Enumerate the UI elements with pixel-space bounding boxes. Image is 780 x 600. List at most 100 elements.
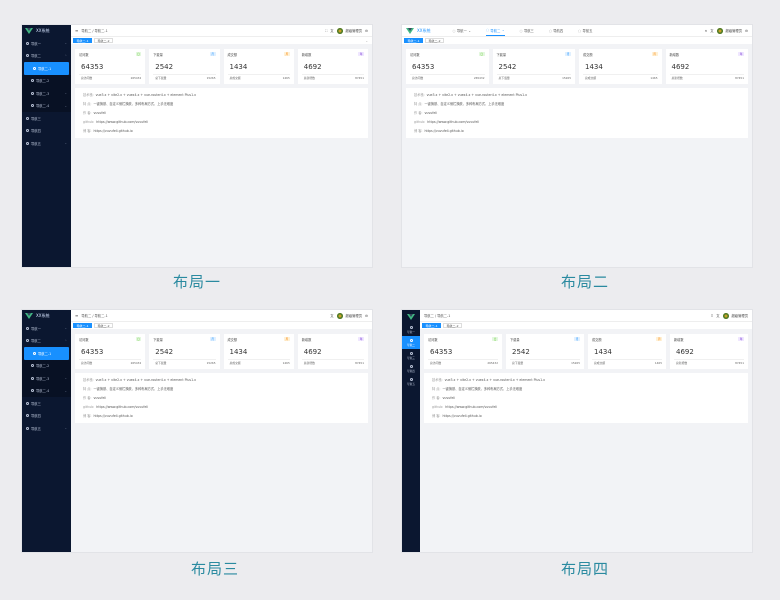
user-name[interactable]: 超级管理员 bbox=[732, 313, 748, 318]
topnav-item-nav1[interactable]: ◌ 导航一 ⌄ bbox=[452, 25, 471, 36]
gear-icon[interactable]: ⚙ bbox=[365, 29, 368, 33]
menu-item-nav3[interactable]: 导航三 bbox=[402, 349, 420, 362]
avatar[interactable] bbox=[336, 312, 343, 319]
info-panel: 技术栈: vue3.x + vite2.x + vuex4.x + vue-rou… bbox=[75, 373, 368, 423]
menu-item-sub1[interactable]: 导航二-1 bbox=[24, 347, 69, 360]
topnav-item-nav2[interactable]: ◌ 导航二 ⌄ bbox=[486, 25, 505, 36]
tab-2[interactable]: 导航二-2 bbox=[425, 38, 444, 43]
fullscreen-icon[interactable]: ⛶ bbox=[325, 29, 327, 33]
avatar[interactable] bbox=[716, 27, 723, 34]
topnav-item-nav4[interactable]: ◌ 导航四 bbox=[549, 25, 563, 36]
github-link[interactable]: https://www.github.com/vuvufeli bbox=[96, 405, 148, 409]
menu-item-sub3[interactable]: 导航二-3 ⌄ bbox=[22, 372, 71, 385]
tab-1[interactable]: 导航二-1 bbox=[422, 323, 441, 328]
period-badge: 日 bbox=[478, 51, 485, 57]
blog-link[interactable]: https://vuvufeli.github.io bbox=[93, 414, 132, 418]
menu-item-nav1[interactable]: 导航一 ⌄ bbox=[22, 322, 71, 335]
blog-link[interactable]: https://vuvufeli.github.io bbox=[424, 129, 463, 133]
menu-item-nav4[interactable]: 导航四 bbox=[22, 410, 71, 423]
topnav-item-nav3[interactable]: ◌ 导航三 bbox=[520, 25, 534, 36]
sidebar-collapsed: 导航一 导航二 导航三 导航四 导航五 bbox=[402, 310, 420, 552]
user-name[interactable]: 超级管理员 bbox=[346, 313, 362, 318]
chevron-down-icon: ⌄ bbox=[468, 28, 472, 33]
header: ≡ 导航二 / 导航二-1 文 超级管理员 ⚙ bbox=[71, 310, 372, 321]
tab-1[interactable]: 导航二-1 bbox=[404, 38, 423, 43]
tab-2[interactable]: 导航二-2 bbox=[94, 38, 113, 43]
menu-item-nav2[interactable]: 导航二 bbox=[402, 336, 420, 349]
location-icon bbox=[409, 364, 413, 368]
github-link[interactable]: https://www.github.com/vuvufeli bbox=[96, 120, 148, 124]
info-row: github: https://www.github.com/vuvufeli bbox=[414, 120, 480, 124]
menu-item-sub4[interactable]: 导航二-4 ⌄ bbox=[22, 99, 71, 112]
location-icon bbox=[409, 351, 413, 355]
info-row: 博 客: https://vuvufeli.github.io bbox=[83, 414, 133, 418]
avatar[interactable] bbox=[336, 27, 343, 34]
stat-card: 新增数年 4692 总新增数 87451 bbox=[670, 334, 748, 369]
location-icon: ◌ bbox=[519, 28, 523, 33]
stat-card: 成交额周 1434 总成交额 1465 bbox=[579, 49, 662, 84]
menu-item-nav5[interactable]: 导航五 bbox=[402, 375, 420, 388]
blog-link[interactable]: https://vuvufeli.github.io bbox=[442, 414, 481, 418]
menu-item-sub1[interactable]: 导航二-1 bbox=[24, 62, 69, 75]
location-icon bbox=[31, 376, 34, 380]
menu-item-nav2[interactable]: 导航二 ⌃ bbox=[22, 50, 71, 63]
translate-icon[interactable]: 文 bbox=[716, 313, 719, 318]
location-icon bbox=[31, 364, 34, 368]
menu-item-nav1[interactable]: 导航一 bbox=[402, 323, 420, 336]
menu-item-nav3[interactable]: 导航三 bbox=[22, 112, 71, 125]
menu-item-nav5[interactable]: 导航五 ⌄ bbox=[22, 137, 71, 150]
menu-item-sub2[interactable]: 导航二-2 bbox=[22, 74, 71, 87]
avatar[interactable] bbox=[722, 312, 729, 319]
main-area: ≡ 导航二 / 导航二-1 文 超级管理员 ⚙ 导航二-1 导航二-2 访问数日… bbox=[71, 310, 372, 552]
info-row: 作 者: vuvufeli bbox=[414, 111, 438, 115]
chevron-up-icon: ⌃ bbox=[64, 338, 67, 343]
stat-card: 成交额周 1434 总成交额 1465 bbox=[588, 334, 666, 369]
period-badge: 周 bbox=[656, 336, 662, 342]
user-name[interactable]: 超级管理员 bbox=[346, 28, 362, 33]
menu-item-nav3[interactable]: 导航三 bbox=[22, 397, 71, 410]
tabs-bar: 导航二-1 导航二-2 bbox=[402, 36, 752, 44]
blog-link[interactable]: https://vuvufeli.github.io bbox=[93, 129, 132, 133]
menu-item-nav4[interactable]: 导航四 bbox=[22, 125, 71, 138]
location-icon bbox=[26, 401, 29, 405]
chevron-up-icon: ⌃ bbox=[64, 53, 67, 58]
menu-item-nav2[interactable]: 导航二 ⌃ bbox=[22, 335, 71, 348]
github-link[interactable]: https://www.github.com/vuvufeli bbox=[445, 405, 497, 409]
user-name[interactable]: 超级管理员 bbox=[726, 28, 742, 33]
tab-2[interactable]: 导航二-2 bbox=[94, 323, 113, 328]
translate-icon[interactable]: 文 bbox=[710, 28, 713, 33]
chevron-down-icon: ⌄ bbox=[501, 28, 505, 32]
logo: XX系统 bbox=[22, 310, 71, 322]
translate-icon[interactable]: 文 bbox=[330, 313, 333, 318]
tab-2[interactable]: 导航二-2 bbox=[443, 323, 462, 328]
github-link[interactable]: https://www.github.com/vuvufeli bbox=[427, 120, 479, 124]
menu-item-sub4[interactable]: 导航二-4 ⌄ bbox=[22, 384, 71, 397]
menu-toggle-icon[interactable]: ≡ bbox=[75, 28, 78, 33]
location-icon bbox=[409, 338, 413, 342]
stat-cards: 访问数日 64353 总访问数 265432 下载量月 2542 总下载量 15265 成交… bbox=[424, 334, 748, 369]
chevron-down-icon: ⌄ bbox=[64, 41, 67, 46]
header: 导航二 / 导航二-1 ⠿ 文 超级管理员 bbox=[420, 310, 752, 321]
location-icon bbox=[31, 104, 34, 108]
translate-icon[interactable]: 文 bbox=[330, 28, 333, 33]
menu-item-nav5[interactable]: 导航五 ⌄ bbox=[22, 422, 71, 435]
info-row: github: https://www.github.com/vuvufeli bbox=[83, 120, 149, 124]
gear-icon[interactable]: ⚙ bbox=[745, 29, 748, 33]
period-badge: 年 bbox=[738, 336, 744, 342]
chevron-down-icon[interactable]: ⌄ bbox=[365, 39, 368, 43]
menu-item-sub2[interactable]: 导航二-2 bbox=[22, 359, 71, 372]
close-icon[interactable]: ✕ bbox=[704, 29, 707, 33]
gear-icon[interactable]: ⚙ bbox=[365, 314, 368, 318]
tab-1[interactable]: 导航二-1 bbox=[73, 38, 92, 43]
menu-item-sub3[interactable]: 导航二-3 ⌄ bbox=[22, 87, 71, 100]
menu-toggle-icon[interactable]: ≡ bbox=[75, 313, 78, 318]
info-row: 作 者: vuvufeli bbox=[83, 396, 107, 400]
period-badge: 日 bbox=[135, 51, 142, 57]
tab-1[interactable]: 导航二-1 bbox=[73, 323, 92, 328]
grid-icon[interactable]: ⠿ bbox=[711, 314, 713, 318]
menu-item-nav4[interactable]: 导航四 bbox=[402, 362, 420, 375]
breadcrumb: 导航二 / 导航二-1 bbox=[424, 314, 451, 318]
logo-text: XX系统 bbox=[417, 27, 431, 33]
topnav-item-nav5[interactable]: ◌ 导航五 bbox=[578, 25, 592, 36]
menu-item-nav1[interactable]: 导航一 ⌄ bbox=[22, 37, 71, 50]
